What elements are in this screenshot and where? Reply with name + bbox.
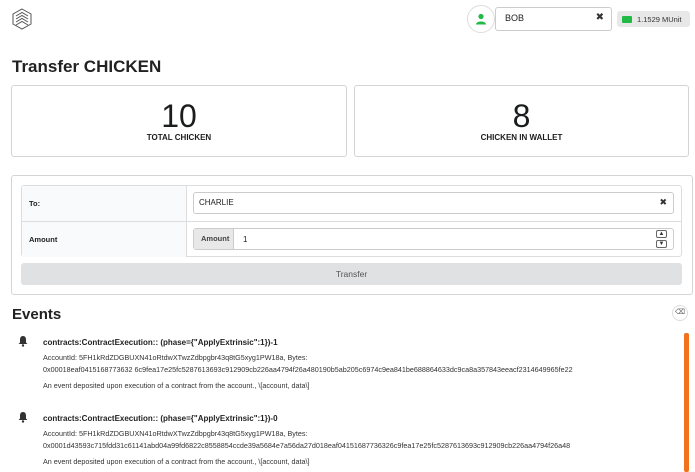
- user-icon: [476, 13, 486, 25]
- event-bytes-line: 0x00018eaf0415168773632 6c9fea17e25fc528…: [43, 365, 573, 374]
- account-selector-value: BOB: [505, 13, 525, 23]
- event-account-line: AccountId: 5FH1kRdZDGBUXN41oRtdwXTwzZdbp…: [43, 353, 308, 362]
- event-description: An event deposited upon execution of a c…: [43, 457, 310, 466]
- event-title: contracts:ContractExecution:: (phase={"A…: [43, 338, 278, 347]
- transfer-form: To: CHARLIE ✖ Amount Amount 1 ▲ ▼ Transf…: [11, 175, 693, 295]
- decrement-icon[interactable]: ▼: [656, 240, 667, 248]
- amount-input-label: Amount: [201, 234, 230, 243]
- wallet-chicken-value: 8: [512, 98, 531, 134]
- substrate-logo-icon: [12, 8, 32, 30]
- page-title: Transfer CHICKEN: [12, 57, 162, 76]
- wallet-chicken-card: 8 CHICKEN IN WALLET: [354, 85, 689, 157]
- event-description: An event deposited upon execution of a c…: [43, 381, 310, 390]
- events-scrollbar[interactable]: [684, 333, 689, 472]
- amount-input[interactable]: Amount 1 ▲ ▼: [193, 228, 674, 250]
- to-row: To: CHARLIE ✖: [22, 186, 681, 222]
- total-chicken-label: TOTAL CHICKEN: [146, 133, 212, 142]
- wallet-chicken-label: CHICKEN IN WALLET: [480, 133, 563, 142]
- to-address-input[interactable]: CHARLIE ✖: [193, 192, 674, 214]
- amount-value: 1: [243, 235, 248, 244]
- balance-label: 1.1529 MUnit: [617, 11, 690, 27]
- bell-icon: [18, 336, 28, 347]
- total-chicken-value: 10: [161, 98, 197, 134]
- top-bar: BOB ✖ 1.1529 MUnit: [0, 0, 695, 38]
- account-selector[interactable]: BOB ✖: [495, 7, 612, 31]
- bell-icon: [18, 412, 28, 423]
- amount-row-label: Amount: [29, 235, 58, 244]
- account-avatar[interactable]: [467, 5, 495, 33]
- amount-stepper[interactable]: ▲ ▼: [656, 230, 668, 248]
- to-address-value: CHARLIE: [199, 198, 234, 207]
- to-label: To:: [29, 199, 41, 208]
- event-account-line: AccountId: 5FH1kRdZDGBUXN41oRtdwXTwzZdbp…: [43, 429, 308, 438]
- events-title: Events: [12, 306, 62, 323]
- amount-row: Amount Amount 1 ▲ ▼: [22, 222, 681, 257]
- transfer-form-table: To: CHARLIE ✖ Amount Amount 1 ▲ ▼: [21, 185, 682, 257]
- wallet-icon: [622, 15, 632, 23]
- eraser-icon[interactable]: ⌫: [672, 305, 688, 321]
- clear-to-icon[interactable]: ✖: [659, 197, 667, 208]
- events-list: contracts:ContractExecution:: (phase={"A…: [0, 330, 682, 472]
- increment-icon[interactable]: ▲: [656, 230, 667, 238]
- event-title: contracts:ContractExecution:: (phase={"A…: [43, 414, 278, 423]
- clear-account-icon[interactable]: ✖: [596, 12, 604, 23]
- balance-value: 1.1529 MUnit: [637, 14, 682, 24]
- transfer-button[interactable]: Transfer: [21, 263, 682, 285]
- total-chicken-card: 10 TOTAL CHICKEN: [11, 85, 347, 157]
- event-bytes-line: 0x0001d43593c715fdd31c61141abd04a99fd682…: [43, 441, 571, 450]
